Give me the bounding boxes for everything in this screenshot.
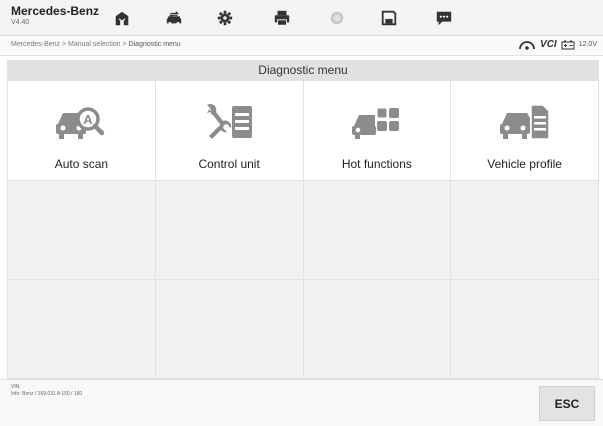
top-toolbar: Mercedes-Benz V4.40 xyxy=(0,0,603,36)
function-label-vehicle-profile: Vehicle profile xyxy=(487,157,562,171)
vehicle-swap-button[interactable] xyxy=(154,4,194,32)
vehicle-info: VIN: Info: Benz / 169.031 A 150 / 160 xyxy=(11,384,82,398)
print-icon xyxy=(274,10,290,26)
empty-grid-cell xyxy=(451,280,599,379)
page-title: Diagnostic menu xyxy=(7,60,599,81)
data-logging-button[interactable] xyxy=(424,4,464,32)
settings-button[interactable] xyxy=(205,4,245,32)
auto-scan-button[interactable]: A Auto scan xyxy=(8,81,156,181)
breadcrumb-item-current: Diagnostic menu xyxy=(128,41,181,48)
esc-button[interactable]: ESC xyxy=(539,386,595,421)
function-label-control-unit: Control unit xyxy=(198,157,260,171)
breadcrumb-separator: > xyxy=(122,41,127,48)
breadcrumb-separator: > xyxy=(61,41,67,48)
home-icon xyxy=(115,11,129,26)
save-icon xyxy=(381,10,397,26)
vehicle-brand: Mercedes-Benz V4.40 xyxy=(11,4,99,28)
breadcrumb: Mercedes-Benz > Manual selection > Diagn… xyxy=(11,41,181,48)
hot-functions-button[interactable]: Hot functions xyxy=(303,81,452,181)
empty-grid-cell xyxy=(155,181,304,280)
empty-grid-cell xyxy=(155,280,304,379)
svg-text:A: A xyxy=(84,112,94,127)
brand-title: Mercedes-Benz xyxy=(11,4,100,18)
save-button[interactable] xyxy=(369,4,409,32)
battery-icon xyxy=(561,40,575,49)
vci-label: VCI xyxy=(540,39,557,50)
help-button[interactable] xyxy=(317,4,357,32)
vehicle-profile-icon xyxy=(499,104,550,140)
function-grid: A Auto scan Control unit Hot functions V… xyxy=(7,81,599,379)
empty-grid-cell xyxy=(303,280,452,379)
vehicle-swap-icon xyxy=(166,11,182,25)
control-unit-button[interactable]: Control unit xyxy=(155,81,304,181)
bottom-bar: VIN: Info: Benz / 169.031 A 150 / 160 ES… xyxy=(0,379,603,426)
breadcrumb-item-brand[interactable]: Mercedes-Benz xyxy=(11,41,60,48)
function-label-auto-scan: Auto scan xyxy=(54,157,109,171)
vin-label: VIN: xyxy=(11,384,21,390)
vehicle-info-text: Info: Benz / 169.031 A 150 / 160 xyxy=(11,391,83,397)
vehicle-profile-button[interactable]: Vehicle profile xyxy=(451,81,599,181)
status-indicators: VCI 12.0V xyxy=(518,39,597,50)
empty-grid-cell xyxy=(8,181,156,280)
breadcrumb-item-manual-selection[interactable]: Manual selection xyxy=(68,41,121,48)
empty-grid-cell xyxy=(451,181,599,280)
control-unit-icon xyxy=(207,103,253,139)
print-button[interactable] xyxy=(262,4,302,32)
data-logging-icon xyxy=(436,11,452,26)
car-auto-scan-icon: A xyxy=(56,107,105,139)
gear-icon xyxy=(217,10,233,26)
breadcrumb-bar: Mercedes-Benz > Manual selection > Diagn… xyxy=(0,36,603,56)
software-version: V4.40 xyxy=(11,19,30,26)
connection-icon xyxy=(519,40,535,50)
help-icon xyxy=(330,11,344,25)
empty-grid-cell xyxy=(8,280,156,379)
battery-voltage: 12.0V xyxy=(578,41,597,48)
empty-grid-cell xyxy=(303,181,452,280)
hot-functions-icon xyxy=(351,107,399,139)
home-button[interactable] xyxy=(102,4,142,32)
function-label-hot-functions: Hot functions xyxy=(341,157,412,171)
